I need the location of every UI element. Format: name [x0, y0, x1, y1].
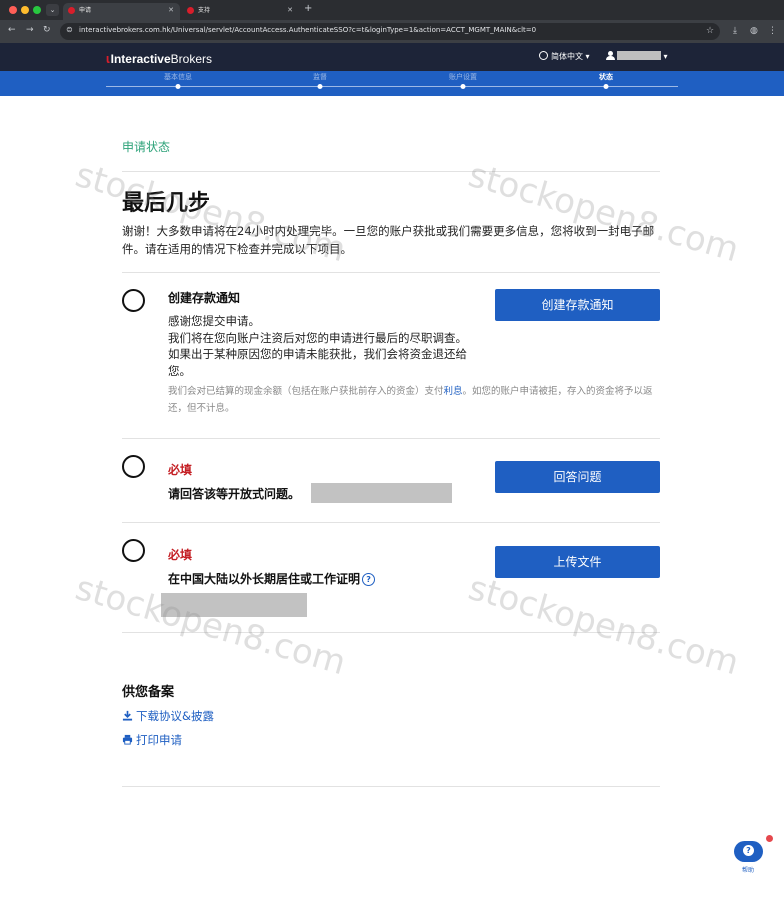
new-tab-button[interactable]: + [304, 3, 312, 14]
tab-application[interactable]: 申请 ✕ [63, 3, 180, 20]
tab-support-title: 支持 [198, 7, 211, 14]
tab-close-icon[interactable]: ✕ [287, 3, 293, 18]
back-arrow-icon[interactable]: ← [8, 25, 16, 35]
residence-proof-label: 在中国大陆以外长期居住或工作证明 [168, 572, 361, 586]
task-status-circle-icon [122, 539, 145, 562]
printer-icon [122, 734, 133, 745]
answer-questions-button[interactable]: 回答问题 [495, 461, 660, 493]
interest-link[interactable]: 利息 [444, 386, 463, 397]
page-title: 最后几步 [122, 191, 211, 216]
print-application-link[interactable]: 打印申请 [122, 732, 182, 748]
download-icon[interactable]: ⤓ [733, 26, 737, 36]
window-close-button[interactable] [9, 6, 17, 14]
task-status-circle-icon [122, 455, 145, 478]
task-deposit-body-line: 感谢您提交申请。 [168, 314, 260, 328]
open-questions-text: 请回答该等开放式问题。 [168, 487, 301, 501]
download-agreements-link[interactable]: 下载协议&披露 [122, 708, 214, 724]
step-dot [460, 84, 466, 89]
residence-proof-text: 在中国大陆以外长期居住或工作证明? [168, 570, 376, 587]
user-menu[interactable]: ▾ [606, 51, 668, 61]
task-deposit-title: 创建存款通知 [168, 291, 241, 305]
tab-close-icon[interactable]: ✕ [168, 3, 174, 18]
tab-search-button[interactable]: ⌄ [46, 4, 59, 16]
tab-application-title: 申请 [79, 7, 92, 14]
browser-toolbar: ← → ↻ ⊜ interactivebrokers.com.hk/Univer… [0, 20, 784, 43]
ib-favicon-icon [187, 7, 194, 14]
site-header: ɩInteractiveBrokers 简体中文 ▾ ▾ [0, 43, 784, 71]
upload-documents-button[interactable]: 上传文件 [495, 546, 660, 578]
section-title: 申请状态 [122, 140, 171, 154]
required-label: 必填 [168, 548, 193, 562]
question-help-icon[interactable]: ? [362, 573, 376, 586]
caret-down-icon: ▾ [585, 52, 590, 61]
task-status-circle-icon [122, 289, 145, 312]
interactive-brokers-logo[interactable]: ɩInteractiveBrokers [106, 51, 212, 66]
divider [122, 272, 660, 273]
caret-down-icon: ▾ [663, 52, 668, 61]
tab-support[interactable]: 支持 ✕ [182, 3, 299, 20]
extension-icon[interactable]: ◍ [750, 26, 758, 36]
logo-text-interactive: Interactive [110, 52, 171, 66]
task-deposit-body-line: 我们将在您向账户注资后对您的申请进行最后的尽职调查。如果出于某种原因您的申请未能… [168, 330, 467, 378]
step-dot [317, 84, 323, 89]
address-bar[interactable]: ⊜ interactivebrokers.com.hk/Universal/se… [60, 23, 720, 40]
step-dot-current [603, 84, 609, 89]
redacted-block [311, 483, 452, 503]
site-info-icon[interactable]: ⊜ [66, 25, 73, 34]
progress-track [106, 86, 678, 87]
language-selector[interactable]: 简体中文 ▾ [539, 51, 590, 62]
step-status-label: 状态 [599, 73, 613, 81]
help-chat-icon: ? [734, 841, 763, 862]
task-deposit-body: 感谢您提交申请。 我们将在您向账户注资后对您的申请进行最后的尽职调查。如果出于某… [168, 313, 478, 379]
bookmark-star-icon[interactable]: ☆ [706, 26, 714, 36]
step-supervision-label: 监督 [313, 73, 327, 81]
application-progress-bar: 基本信息 监督 账户设置 状态 [0, 71, 784, 96]
download-icon [122, 710, 133, 721]
note-text: 我们会对已结算的现金余额（包括在账户获批前存入的资金）支付 [168, 386, 444, 397]
divider [122, 522, 660, 523]
print-application-label: 打印申请 [136, 733, 182, 747]
url-text: interactivebrokers.com.hk/Universal/serv… [79, 26, 537, 34]
watermark-text: stockopen8.com [463, 568, 744, 684]
step-dot [175, 84, 181, 89]
help-widget[interactable]: ? 帮助 [734, 835, 773, 875]
ib-favicon-icon [68, 7, 75, 14]
user-name-redacted [617, 51, 661, 60]
divider [122, 171, 660, 172]
globe-icon [539, 51, 548, 60]
intro-text: 谢谢！大多数申请将在24小时内处理完毕。一旦您的账户获批或我们需要更多信息，您将… [122, 224, 655, 256]
reload-icon[interactable]: ↻ [43, 25, 51, 35]
step-basic-info-label: 基本信息 [164, 73, 192, 81]
browser-menu-icon[interactable]: ⋮ [768, 26, 777, 36]
window-zoom-button[interactable] [33, 6, 41, 14]
language-label: 简体中文 [551, 52, 583, 61]
ib-logo-mark-icon: ɩ [106, 51, 110, 66]
notification-badge [766, 835, 773, 842]
browser-tab-strip: ⌄ 申请 ✕ 支持 ✕ + [0, 0, 784, 20]
step-account-settings-label: 账户设置 [449, 73, 477, 81]
create-deposit-notice-button[interactable]: 创建存款通知 [495, 289, 660, 321]
required-label: 必填 [168, 463, 193, 477]
window-minimize-button[interactable] [21, 6, 29, 14]
divider [122, 438, 660, 439]
logo-text-brokers: Brokers [170, 52, 212, 66]
task-deposit-note: 我们会对已结算的现金余额（包括在账户获批前存入的资金）支付利息。如您的账户申请被… [168, 383, 663, 417]
divider [122, 632, 660, 633]
forward-arrow-icon[interactable]: → [26, 25, 34, 35]
reference-title: 供您备案 [122, 685, 175, 700]
divider [122, 786, 660, 787]
user-icon [606, 51, 615, 60]
download-agreements-label: 下载协议&披露 [136, 709, 214, 723]
redacted-block [161, 593, 307, 617]
help-label: 帮助 [742, 867, 755, 874]
